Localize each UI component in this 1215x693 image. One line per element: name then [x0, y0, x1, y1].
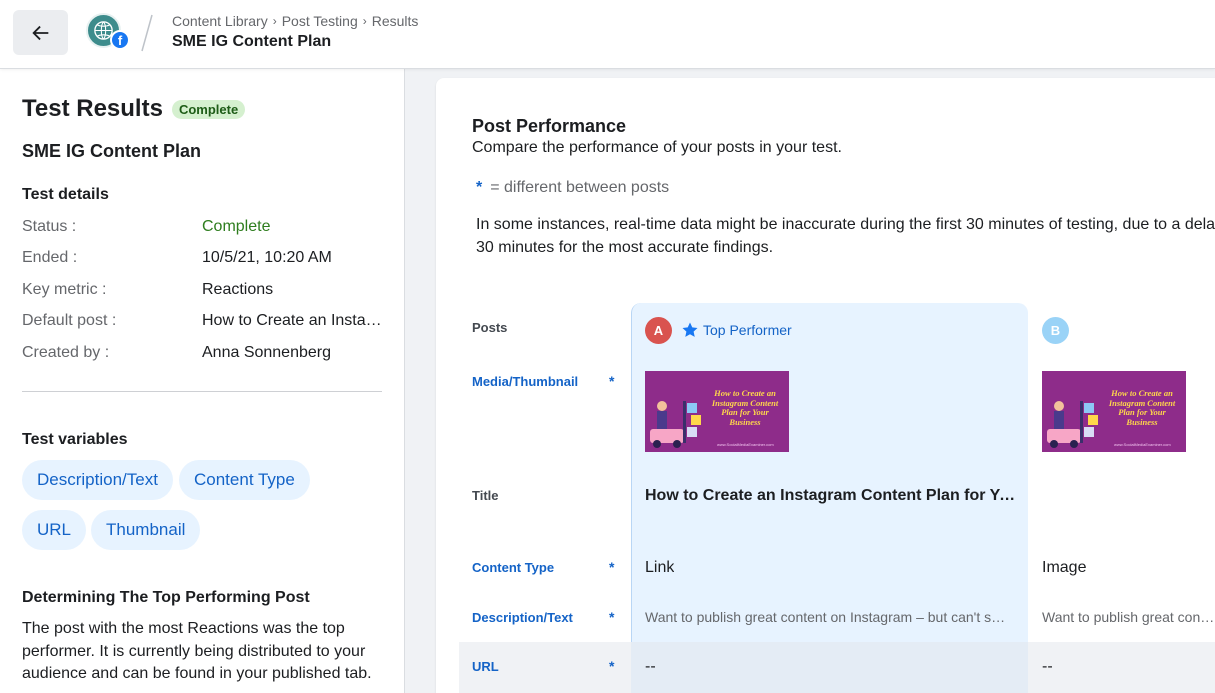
page-title: SME IG Content Plan [172, 33, 332, 50]
post-b-description: Want to publish great content on Instagr… [1042, 609, 1215, 625]
top-performer-text: Top Performer [703, 322, 792, 338]
chevron-right-icon: › [362, 14, 367, 28]
forklift-illustration [1047, 401, 1098, 448]
explain-heading: Determining The Top Performing Post [22, 589, 310, 606]
star-icon [682, 322, 698, 337]
divider-slash [141, 14, 153, 52]
post-a-description: Want to publish great content on Instagr… [645, 609, 1010, 625]
post-performance-card: Post Performance Compare the performance… [436, 78, 1215, 693]
test-details-heading: Test details [22, 186, 109, 203]
detail-key: Default post : [22, 312, 117, 329]
post-b-url: -- [1042, 658, 1053, 675]
note-line: 30 minutes for the most accurate finding… [476, 238, 774, 256]
url-row-post-a-background [631, 642, 1028, 693]
post-a-title: How to Create an Instagram Content Plan … [645, 487, 1017, 504]
detail-value: How to Create an Instagram Content Plan … [202, 312, 387, 329]
thumbnail-url: www.SocialMediaExaminer.com [1114, 442, 1171, 447]
row-label-posts: Posts [472, 320, 508, 335]
detail-key: Status : [22, 218, 77, 235]
arrow-left-icon [31, 25, 48, 40]
top-bar: f Content Library › Post Testing › Resul… [0, 0, 1215, 69]
breadcrumb-results: Results [371, 13, 419, 29]
difference-star: * [609, 609, 615, 625]
difference-legend: * = different between posts [476, 179, 669, 197]
difference-star: * [609, 373, 615, 389]
left-panel: Test Results Complete SME IG Content Pla… [0, 69, 405, 693]
row-label-description: Description/Text [472, 610, 573, 625]
legend-text: = different between posts [490, 179, 670, 196]
detail-key: Created by : [22, 344, 110, 361]
forklift-illustration [650, 401, 701, 448]
back-button[interactable] [13, 10, 68, 55]
detail-row-ended: Ended : 10/5/21, 10:20 AM [22, 249, 392, 267]
post-b-badge: B [1042, 317, 1069, 344]
top-performer-label: Top Performer [681, 321, 792, 339]
detail-row-default-post: Default post : How to Create an Instagra… [22, 312, 392, 330]
post-a-url: -- [645, 658, 656, 675]
post-b-thumbnail[interactable]: How to Create an Instagram Content Plan … [1042, 371, 1186, 452]
status-badge: Complete [171, 99, 246, 119]
post-a-thumbnail[interactable]: How to Create an Instagram Content Plan … [645, 371, 789, 452]
row-label-title: Title [472, 488, 499, 503]
plan-name: SME IG Content Plan [22, 141, 202, 161]
data-delay-note: In some instances, real-time data might … [476, 214, 1215, 259]
thumbnail-title: How to Create an Instagram Content Plan … [711, 388, 779, 427]
variable-chip-thumbnail[interactable]: Thumbnail [91, 510, 201, 550]
thumbnail-url: www.SocialMediaExaminer.com [717, 442, 774, 447]
post-b-content-type: Image [1042, 559, 1087, 576]
detail-value: Anna Sonnenberg [202, 344, 331, 361]
detail-value: 10/5/21, 10:20 AM [202, 249, 332, 266]
thumbnail-title: How to Create an Instagram Content Plan … [1108, 388, 1176, 427]
post-performance-title: Post Performance [472, 116, 627, 136]
note-line: In some instances, real-time data might … [476, 216, 1215, 233]
detail-key: Key metric : [22, 281, 107, 298]
detail-value: Complete [202, 218, 271, 235]
breadcrumb-post-testing[interactable]: Post Testing [282, 13, 358, 29]
breadcrumb-content-library[interactable]: Content Library [172, 13, 268, 29]
asterisk-icon: * [476, 179, 483, 196]
divider [22, 391, 382, 392]
variable-chip-url[interactable]: URL [22, 510, 87, 550]
detail-row-key-metric: Key metric : Reactions [22, 281, 392, 299]
difference-star: * [609, 559, 615, 575]
test-variables-heading: Test variables [22, 431, 128, 448]
row-label-content-type: Content Type [472, 560, 555, 575]
detail-row-status: Status : Complete [22, 218, 392, 236]
variable-chip-content-type[interactable]: Content Type [179, 460, 310, 500]
facebook-icon: f [110, 30, 130, 50]
difference-star: * [609, 658, 615, 674]
post-performance-subtitle: Compare the performance of your posts in… [472, 139, 842, 156]
detail-value: Reactions [202, 281, 274, 298]
detail-key: Ended : [22, 249, 78, 266]
page-avatar[interactable]: f [86, 13, 132, 51]
variable-chip-description[interactable]: Description/Text [22, 460, 173, 500]
chevron-right-icon: › [272, 14, 277, 28]
row-label-media: Media/Thumbnail [472, 374, 579, 389]
detail-row-created-by: Created by : Anna Sonnenberg [22, 344, 392, 362]
test-results-heading: Test Results Complete [22, 95, 246, 123]
breadcrumb: Content Library › Post Testing › Results [172, 13, 418, 29]
post-a-badge: A [645, 317, 672, 344]
explain-text: The post with the most Reactions was the… [22, 620, 372, 682]
post-a-content-type: Link [645, 559, 675, 576]
test-results-title: Test Results [22, 95, 163, 122]
row-label-url: URL [472, 659, 499, 674]
